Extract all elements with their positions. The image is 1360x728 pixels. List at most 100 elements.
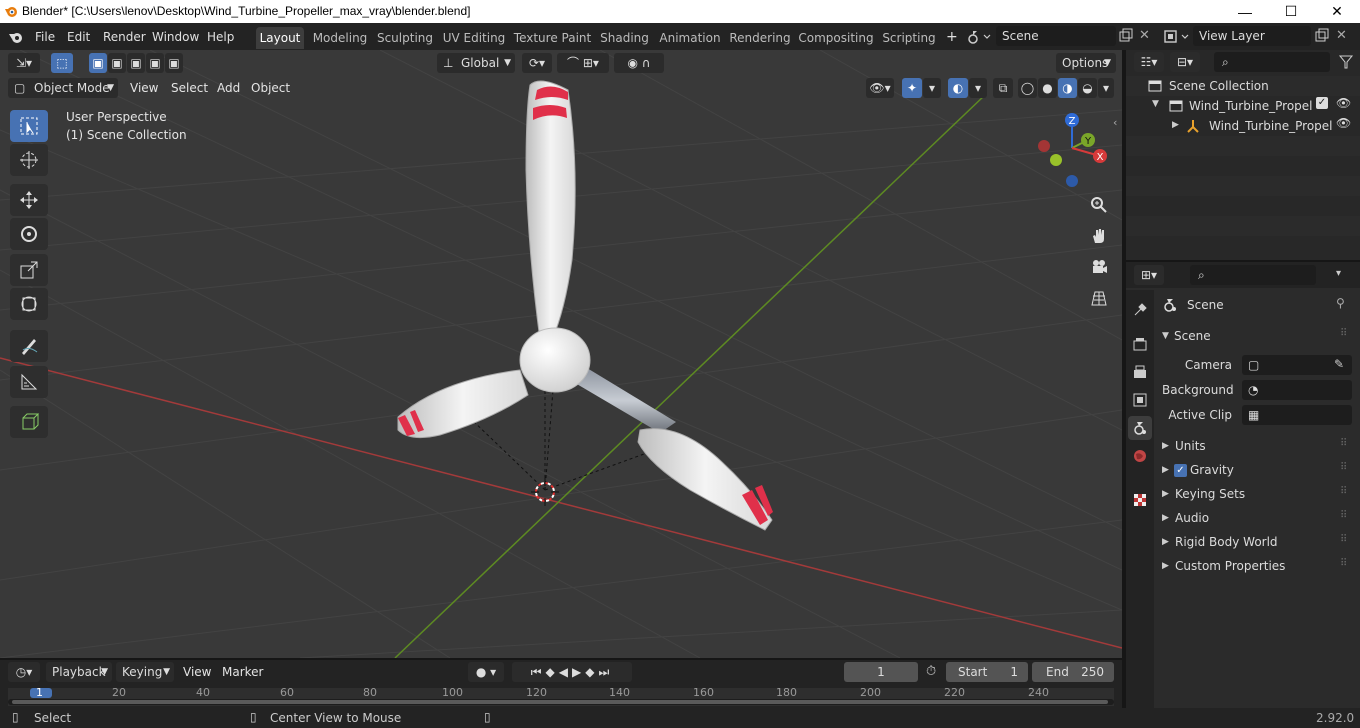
auto-keying-button[interactable]: ● ▾ (468, 662, 504, 682)
outliner-object-name[interactable]: Wind_Turbine_Propel (1209, 115, 1333, 137)
drag-handle-icon[interactable]: ⠿ (1340, 558, 1347, 569)
outliner-collection-name[interactable]: Wind_Turbine_Propeller_( (1189, 95, 1313, 117)
expand-arrow-icon[interactable]: ▶ (1162, 537, 1169, 547)
drag-handle-icon[interactable]: ⠿ (1340, 510, 1347, 521)
active-clip-field[interactable]: ▦ (1242, 405, 1352, 425)
maximize-button[interactable]: ☐ (1268, 0, 1314, 23)
section-audio[interactable]: Audio (1175, 507, 1209, 529)
collection-visibility-eye-icon[interactable]: 👁 (1336, 96, 1351, 110)
timeline-scrubber[interactable]: 1 20 40 60 80 100 120 140 160 180 200 22… (8, 688, 1114, 706)
keying-dropdown[interactable]: Keying ▼ (116, 662, 174, 682)
scene-panel-header[interactable]: Scene (1174, 325, 1211, 347)
blender-menu-icon[interactable] (8, 29, 24, 45)
shading-dropdown-icon[interactable]: ▾ (1098, 78, 1114, 98)
pivot-point-button[interactable]: ⟳▾ (522, 53, 552, 73)
add-cube-tool-icon[interactable] (10, 406, 48, 438)
background-scene-field[interactable]: ◔ (1242, 380, 1352, 400)
menu-edit[interactable]: Edit (67, 28, 90, 46)
tab-compositing[interactable]: Compositing (797, 27, 875, 49)
expand-arrow-icon[interactable]: ▶ (1162, 561, 1169, 571)
options-dropdown[interactable]: Options ▼ (1056, 53, 1116, 73)
shading-material-icon[interactable]: ◑ (1058, 78, 1077, 98)
expand-arrow-icon[interactable]: ▶ (1162, 465, 1169, 475)
mode-dropdown[interactable]: ▢ Object Mode ▼ (8, 78, 118, 98)
delete-scene-icon[interactable]: ✕ (1139, 27, 1150, 45)
viewport-menu-add[interactable]: Add (217, 78, 240, 98)
tab-layout[interactable]: Layout (256, 27, 304, 49)
zoom-icon[interactable] (1085, 191, 1113, 219)
properties-editor-type-button[interactable]: ⊞▾ (1134, 265, 1164, 285)
tab-texture-paint[interactable]: Texture Paint (513, 27, 592, 49)
navigation-gizmo[interactable]: Z Y X (1030, 110, 1120, 190)
select-mode-new-icon[interactable]: ▣ (89, 53, 107, 73)
render-tab-icon[interactable] (1128, 332, 1152, 356)
minimize-button[interactable]: — (1222, 0, 1268, 23)
tab-shading[interactable]: Shading (598, 27, 651, 49)
expand-arrow-icon[interactable]: ▶ (1162, 513, 1169, 523)
tab-uv-editing[interactable]: UV Editing (440, 27, 508, 49)
cursor-tool-icon[interactable] (10, 144, 48, 176)
drag-handle-icon[interactable]: ⠿ (1340, 328, 1347, 339)
editor-type-button[interactable]: ⇲▾ (8, 53, 40, 73)
transform-tool-icon[interactable] (10, 288, 48, 320)
shading-solid-icon[interactable]: ● (1038, 78, 1057, 98)
section-keying-sets[interactable]: Keying Sets (1175, 483, 1245, 505)
scene-tab-icon[interactable] (1128, 416, 1152, 440)
sidebar-toggle-icon[interactable]: ‹ (1113, 116, 1117, 129)
timeline-editor-type-button[interactable]: ◷▾ (8, 662, 40, 682)
view-layer-tab-icon[interactable] (1128, 388, 1152, 412)
pin-icon[interactable]: ⚲ (1336, 296, 1345, 310)
collection-exclude-checkbox[interactable]: ✓ (1316, 97, 1328, 109)
texture-tab-icon[interactable] (1128, 488, 1152, 512)
orthographic-grid-icon[interactable] (1085, 284, 1113, 312)
tool-tab-icon[interactable] (1128, 298, 1152, 322)
overlay-dropdown-icon[interactable]: ▾ (969, 78, 987, 98)
transform-orientation-dropdown[interactable]: Global ⊥ ▼ (437, 53, 515, 73)
view-layer-selector-icon[interactable] (1163, 28, 1193, 46)
view-layer-name-field[interactable]: View Layer (1193, 26, 1311, 46)
section-gravity[interactable]: Gravity (1190, 459, 1234, 481)
proportional-edit-button[interactable]: ◉ ∩ (614, 53, 664, 73)
stopwatch-icon[interactable]: ⏱ (926, 664, 936, 679)
section-units[interactable]: Units (1175, 435, 1206, 457)
tab-sculpting[interactable]: Sculpting (376, 27, 434, 49)
start-frame-field[interactable]: Start 1 (946, 662, 1028, 682)
viewport-menu-object[interactable]: Object (251, 78, 290, 98)
xray-toggle-icon[interactable]: ⧉ (993, 78, 1013, 98)
drag-handle-icon[interactable]: ⠿ (1340, 438, 1347, 449)
outliner-search-input[interactable]: ⌕ (1214, 52, 1330, 72)
outliner-scene-collection[interactable]: Scene Collection (1169, 75, 1269, 97)
playback-dropdown[interactable]: Playback ▼ (46, 662, 112, 682)
chevron-down-icon[interactable]: ▾ (1336, 268, 1341, 279)
menu-help[interactable]: Help (207, 28, 234, 46)
gizmo-toggle-icon[interactable]: ✦ (902, 78, 922, 98)
eyedropper-icon[interactable]: ✎ (1334, 357, 1344, 371)
expand-arrow-icon[interactable]: ▼ (1152, 99, 1159, 109)
3d-viewport[interactable]: ⇲▾ ⬚ ▣ ▣ ▣ ▣ ▣ Global ⊥ ▼ ⟳▾ ⌒ ⊞▾ ◉ ∩ Op… (0, 50, 1122, 658)
shading-rendered-icon[interactable]: ◒ (1078, 78, 1097, 98)
current-frame-field[interactable]: 1 (844, 662, 918, 682)
outliner-editor-type-button[interactable]: ☷▾ (1134, 52, 1164, 72)
world-tab-icon[interactable] (1128, 444, 1152, 468)
select-mode-invert-icon[interactable]: ▣ (146, 53, 164, 73)
playback-controls[interactable]: ⏮◆◀▶◆⏭ (512, 662, 632, 682)
viewport-menu-select[interactable]: Select (171, 78, 208, 98)
tab-animation[interactable]: Animation (657, 27, 723, 49)
visibility-toggle-icon[interactable]: 👁▾ (866, 78, 894, 98)
section-rigid-body-world[interactable]: Rigid Body World (1175, 531, 1278, 553)
annotate-tool-icon[interactable] (10, 330, 48, 362)
tab-scripting[interactable]: Scripting (880, 27, 938, 49)
menu-window[interactable]: Window (152, 28, 199, 46)
overlay-toggle-icon[interactable]: ◐ (948, 78, 968, 98)
close-button[interactable]: ✕ (1314, 0, 1360, 23)
menu-render[interactable]: Render (103, 28, 146, 46)
add-workspace-button[interactable]: + (946, 28, 958, 46)
section-custom-properties[interactable]: Custom Properties (1175, 555, 1285, 577)
scale-tool-icon[interactable] (10, 254, 48, 286)
pan-hand-icon[interactable] (1085, 222, 1113, 250)
expand-arrow-icon[interactable]: ▶ (1162, 489, 1169, 499)
camera-view-icon[interactable] (1085, 253, 1113, 281)
propeller-model[interactable] (397, 80, 773, 531)
delete-view-layer-icon[interactable]: ✕ (1336, 27, 1347, 45)
filter-icon[interactable] (1338, 54, 1354, 70)
